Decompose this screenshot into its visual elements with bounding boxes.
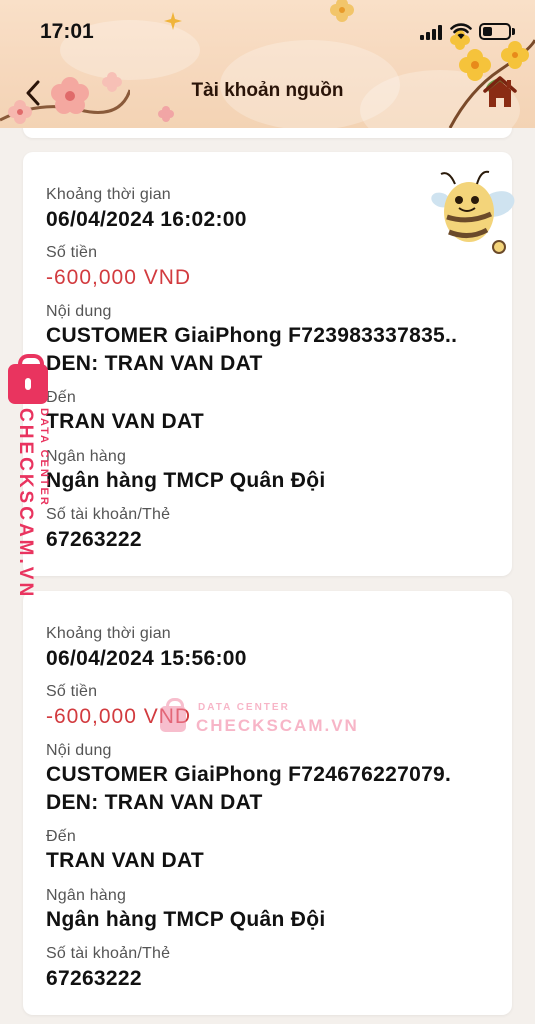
amount-value: -600,000 VND <box>46 266 192 289</box>
checkscam-watermark-vertical: CHECKSCAM.VN DATA CENTER <box>6 354 56 599</box>
watermark-brand: CHECKSCAM.VN <box>15 408 36 600</box>
account-value: 67263222 <box>46 967 142 990</box>
cellular-signal-icon <box>420 24 444 40</box>
bank-value: Ngân hàng TMCP Quân Đội <box>46 469 326 492</box>
previous-transaction-card[interactable] <box>23 128 512 138</box>
account-value: 67263222 <box>46 528 142 551</box>
page-title: Tài khoản nguồn <box>191 80 344 101</box>
time-label: Khoảng thời gian <box>46 625 171 642</box>
transaction-card[interactable]: Khoảng thời gian 06/04/2024 16:02:00 Số … <box>23 152 515 576</box>
content-value: CUSTOMER GiaiPhong F724676227079. DEN: T… <box>46 763 452 814</box>
status-bar: 17:01 <box>0 16 535 50</box>
battery-icon <box>479 23 511 40</box>
amount-label: Số tiền <box>46 244 98 261</box>
transaction-card[interactable]: Khoảng thời gian 06/04/2024 15:56:00 Số … <box>23 591 512 1015</box>
bank-label: Ngân hàng <box>46 448 127 465</box>
content-value: CUSTOMER GiaiPhong F723983337835.. DEN: … <box>46 324 458 375</box>
account-label: Số tài khoản/Thẻ <box>46 945 171 962</box>
watermark-subtitle: DATA CENTER <box>198 702 290 713</box>
home-icon[interactable] <box>482 74 518 110</box>
to-value: TRAN VAN DAT <box>46 849 204 872</box>
wifi-icon <box>450 23 472 39</box>
bank-label: Ngân hàng <box>46 887 127 904</box>
lock-icon <box>8 354 48 404</box>
to-label: Đến <box>46 828 76 845</box>
transaction-list[interactable]: Khoảng thời gian 06/04/2024 16:02:00 Số … <box>0 128 535 1024</box>
bee-mascot-icon <box>431 170 515 254</box>
app-header: 17:01 Tài khoản nguồn <box>0 0 535 128</box>
checkscam-watermark-center: DATA CENTER CHECKSCAM.VN <box>160 696 357 740</box>
content-label: Nội dung <box>46 742 112 759</box>
watermark-brand: CHECKSCAM.VN <box>196 716 359 735</box>
small-flower-decoration <box>158 106 174 122</box>
status-time: 17:01 <box>40 20 94 43</box>
lock-icon <box>160 698 186 732</box>
amount-label: Số tiền <box>46 683 98 700</box>
watermark-subtitle: DATA CENTER <box>38 408 50 507</box>
to-value: TRAN VAN DAT <box>46 410 204 433</box>
time-value: 06/04/2024 15:56:00 <box>46 647 247 670</box>
account-label: Số tài khoản/Thẻ <box>46 506 171 523</box>
bank-value: Ngân hàng TMCP Quân Đội <box>46 908 326 931</box>
content-label: Nội dung <box>46 303 112 320</box>
time-label: Khoảng thời gian <box>46 186 171 203</box>
